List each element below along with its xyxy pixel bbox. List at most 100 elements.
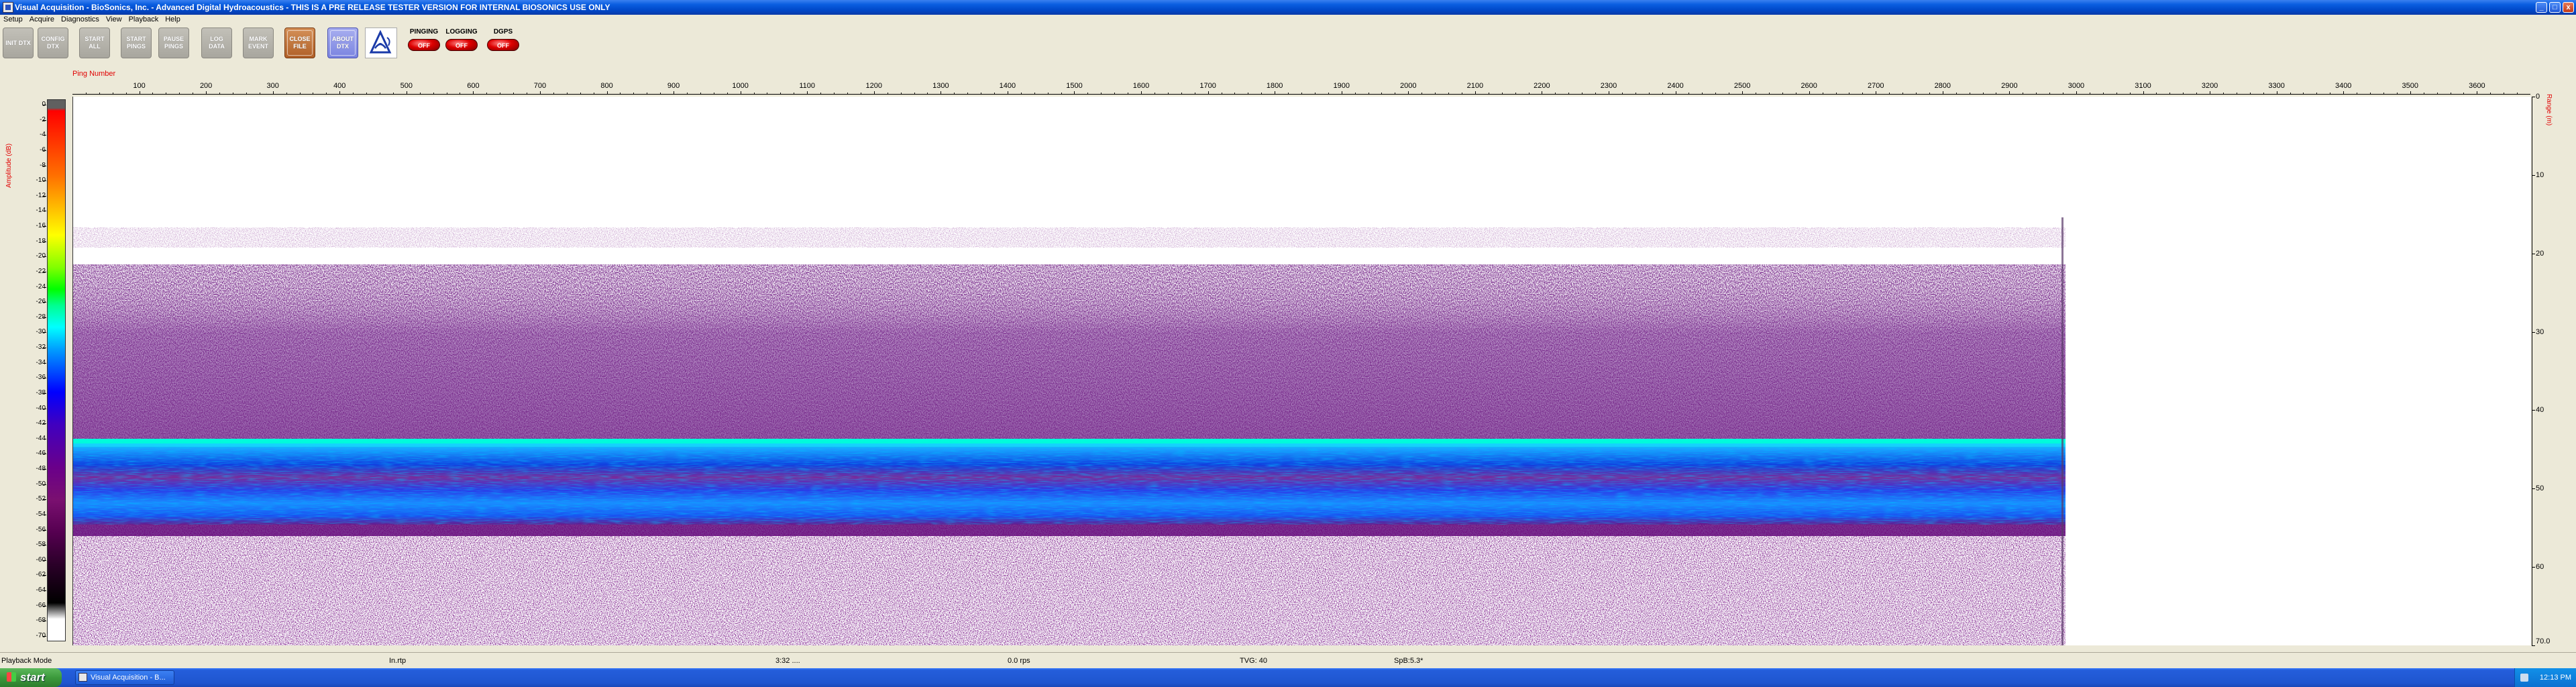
ping-minor-tick <box>1421 93 1423 95</box>
pinging-indicator: PINGING OFF <box>405 28 443 61</box>
amplitude-tick-mark <box>43 180 46 182</box>
ping-minor-tick <box>820 93 822 95</box>
ping-minor-tick <box>1568 93 1570 95</box>
ping-minor-tick <box>2383 93 2384 95</box>
dgps-status-light: OFF <box>487 39 519 51</box>
ping-minor-tick <box>914 93 915 95</box>
menu-help[interactable]: Help <box>162 15 184 24</box>
ping-tick-label: 2600 <box>1801 82 1817 90</box>
menu-diagnostics[interactable]: Diagnostics <box>58 15 103 24</box>
init-dtx-button[interactable]: INIT DTX <box>3 28 34 58</box>
app-icon[interactable] <box>3 2 13 13</box>
ping-minor-tick <box>2102 93 2104 95</box>
range-tick-label: 10 <box>2536 170 2544 179</box>
dgps-label: DGPS <box>493 28 513 36</box>
ping-minor-tick <box>326 93 327 95</box>
echogram-plot[interactable] <box>72 97 2531 645</box>
ping-minor-tick <box>1368 93 1369 95</box>
log-data-button[interactable]: LOG DATA <box>201 28 232 58</box>
ping-minor-tick <box>1688 93 1690 95</box>
tray-network-icon[interactable] <box>2520 674 2528 682</box>
amplitude-tick-mark <box>43 575 46 576</box>
biosonics-logo-icon <box>365 28 397 58</box>
ping-minor-tick <box>1955 93 1957 95</box>
ping-tick-label: 2900 <box>2001 82 2018 90</box>
ping-minor-tick <box>700 93 701 95</box>
maximize-button[interactable]: □ <box>2549 2 2561 13</box>
ping-minor-tick <box>780 93 782 95</box>
amplitude-tick-mark <box>43 636 46 637</box>
amplitude-tick-mark <box>43 499 46 500</box>
range-tick-label: 20 <box>2536 249 2544 258</box>
ping-tick-label: 1300 <box>932 82 949 90</box>
ping-minor-tick <box>1555 93 1556 95</box>
ping-tick-label: 1600 <box>1132 82 1150 90</box>
ping-tick-mark <box>2143 91 2144 95</box>
ping-tick-label: 2400 <box>1667 82 1684 90</box>
amplitude-tick-mark <box>43 150 46 151</box>
ping-minor-tick <box>2436 93 2438 95</box>
start-button[interactable]: start <box>0 668 62 687</box>
range-tick-mark <box>2532 331 2535 333</box>
minimize-button[interactable]: _ <box>2536 2 2547 13</box>
ping-minor-tick <box>1982 93 1984 95</box>
ping-minor-tick <box>1020 93 1022 95</box>
close-file-button[interactable]: CLOSE FILE <box>284 28 315 58</box>
logging-indicator: LOGGING OFF <box>443 28 480 61</box>
close-button[interactable]: x <box>2563 2 2574 13</box>
amplitude-tick-mark <box>43 302 46 303</box>
ping-minor-tick <box>2049 93 2051 95</box>
ping-tick-label: 2300 <box>1600 82 1617 90</box>
ping-tick-label: 100 <box>133 82 146 90</box>
range-tick-mark <box>2532 174 2535 176</box>
ping-minor-tick <box>2249 93 2251 95</box>
range-axis-label: Range (m) <box>2545 94 2553 126</box>
ping-tick-label: 1400 <box>999 82 1016 90</box>
about-dtx-button[interactable]: ABOUT DTX <box>327 28 358 58</box>
amplitude-tick-mark <box>43 226 46 227</box>
ping-tick-mark <box>1742 91 1743 95</box>
ping-minor-tick <box>125 93 127 95</box>
ping-minor-tick <box>419 93 421 95</box>
ping-tick-label: 3100 <box>2135 82 2151 90</box>
file-status: In.rtp <box>389 657 407 665</box>
ping-minor-tick <box>1288 93 1289 95</box>
ping-tick-mark <box>1474 91 1476 95</box>
ping-minor-tick <box>1929 93 1930 95</box>
config-dtx-button[interactable]: CONFIG DTX <box>38 28 68 58</box>
ping-tick-label: 1900 <box>1333 82 1350 90</box>
menu-playback[interactable]: Playback <box>125 15 162 24</box>
ping-minor-tick <box>994 93 995 95</box>
ping-tick-mark <box>206 91 207 95</box>
ping-minor-tick <box>2490 93 2491 95</box>
amplitude-tick-mark <box>43 590 46 592</box>
start-all-button[interactable]: START ALL <box>79 28 110 58</box>
ping-minor-tick <box>1621 93 1623 95</box>
menu-setup[interactable]: Setup <box>0 15 26 24</box>
ping-minor-tick <box>1181 93 1182 95</box>
ping-minor-tick <box>1314 93 1316 95</box>
ping-minor-tick <box>967 93 969 95</box>
menu-view[interactable]: View <box>103 15 125 24</box>
pause-pings-button[interactable]: PAUSE PINGS <box>158 28 189 58</box>
menu-acquire[interactable]: Acquire <box>26 15 58 24</box>
ping-tick-mark <box>1809 91 1810 95</box>
ping-minor-tick <box>620 93 621 95</box>
ping-tick-label: 600 <box>467 82 480 90</box>
ping-tick-label: 2000 <box>1400 82 1417 90</box>
ping-tick-label: 3200 <box>2201 82 2218 90</box>
mark-event-button[interactable]: MARK EVENT <box>243 28 274 58</box>
start-pings-button[interactable]: START PINGS <box>121 28 152 58</box>
amplitude-tick-mark <box>43 560 46 561</box>
range-tick-mark <box>2532 645 2535 646</box>
logging-label: LOGGING <box>445 28 478 36</box>
ping-minor-tick <box>566 93 568 95</box>
ping-tick-mark <box>2410 91 2411 95</box>
ping-minor-tick <box>847 93 848 95</box>
ping-tick-mark <box>1074 91 1075 95</box>
range-tick-label: 70.0 <box>2536 637 2551 645</box>
ping-tick-label: 400 <box>333 82 346 90</box>
ping-minor-tick <box>2116 93 2117 95</box>
taskbar-item-visual-acquisition[interactable]: Visual Acquisition - B... <box>75 670 174 685</box>
ping-tick-label: 1700 <box>1199 82 1216 90</box>
